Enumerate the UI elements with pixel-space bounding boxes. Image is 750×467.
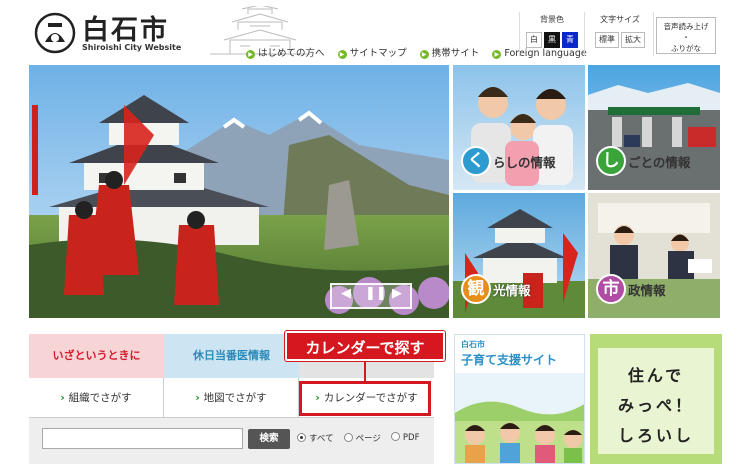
page: 白石市 Shiroishi City Website ▶ はじめての方へ ▶ サイト… xyxy=(0,0,750,467)
search-by-organization-button[interactable]: › 組織でさがす xyxy=(29,378,164,418)
tile-city-info[interactable]: 市 政情報 xyxy=(588,193,720,318)
tile-work-text: ごとの情報 xyxy=(628,154,691,170)
banner-live-line3: しろいし xyxy=(617,426,694,445)
banner-childcare-city: 白石市 xyxy=(461,340,485,349)
banner-live-in-shiroishi[interactable]: 住んで みっぺ！ しろいし xyxy=(590,334,722,464)
calendar-highlight-box xyxy=(299,381,431,416)
banner-live-line2: みっぺ！ xyxy=(617,396,694,415)
bg-white-button[interactable]: 白 xyxy=(526,32,542,48)
radio-off-icon xyxy=(390,432,400,441)
tile-living-info[interactable]: く らしの情報 xyxy=(453,65,585,190)
logo-subtitle: Shiroishi City Website xyxy=(82,43,182,52)
pause-slide-icon[interactable]: ❚❚ xyxy=(365,286,387,301)
chevron-right-icon: ▶ xyxy=(246,50,255,59)
nav-link-foreign-language[interactable]: ▶ Foreign language xyxy=(492,48,587,59)
calendar-callout: カレンダーで探す xyxy=(285,331,445,361)
scope-pdf-radio[interactable]: PDF xyxy=(390,432,419,444)
nav-link-first-visit[interactable]: ▶ はじめての方へ xyxy=(246,45,325,59)
tile-city-text: 政情報 xyxy=(628,282,666,298)
callout-stem xyxy=(364,361,366,381)
voice-furigana-button[interactable]: 音声読み上げ ・ ふりがな xyxy=(656,17,716,54)
living-badge-icon: く xyxy=(461,146,491,176)
chevron-right-icon: ▶ xyxy=(337,50,347,59)
tourism-badge-icon: 観 xyxy=(461,274,491,304)
bg-color-label: 背景色 xyxy=(540,15,564,24)
bg-blue-button[interactable]: 青 xyxy=(562,32,578,48)
banner-live-line1: 住んで xyxy=(627,366,685,385)
bg-color-tool: 背景色 白 黒 青 xyxy=(524,14,580,48)
bg-black-button[interactable]: 黒 xyxy=(544,32,560,48)
chevron-right-icon: › xyxy=(195,392,200,404)
chevron-right-icon: ▶ xyxy=(419,50,429,59)
nav-link-mobile[interactable]: ▶ 携帯サイト xyxy=(419,45,479,59)
search-by-map-button[interactable]: › 地図でさがす xyxy=(164,378,299,418)
divider xyxy=(584,12,585,56)
hero-image xyxy=(29,65,449,318)
chevron-right-icon: › xyxy=(60,392,65,404)
tile-tourism-info[interactable]: 観 光情報 xyxy=(453,193,585,318)
font-normal-button[interactable]: 標準 xyxy=(595,32,619,48)
logo-title: 白石市 xyxy=(82,15,169,46)
chevron-right-icon: ▶ xyxy=(492,50,502,59)
tile-work-label: し ごとの情報 xyxy=(596,146,690,176)
next-slide-icon[interactable]: ▶ xyxy=(392,286,402,301)
scope-all-radio[interactable]: すべて xyxy=(297,432,334,444)
font-size-label: 文字サイズ xyxy=(600,15,640,24)
voice-label: 音声読み上げ xyxy=(663,22,709,31)
scope-page-radio[interactable]: ページ xyxy=(343,432,381,444)
banner-live-inner: 住んで みっぺ！ しろいし xyxy=(598,348,714,454)
site-logo[interactable]: 白石市 Shiroishi City Website xyxy=(34,12,194,56)
search-button[interactable]: 検索 xyxy=(248,429,290,449)
furigana-label: ふりがな xyxy=(671,44,701,53)
radio-on-icon xyxy=(297,433,306,442)
font-size-tool: 文字サイズ 標準 拡大 xyxy=(589,14,651,48)
divider xyxy=(653,12,654,56)
tab-emergency[interactable]: いざというときに xyxy=(29,334,164,378)
tile-living-text: らしの情報 xyxy=(493,154,556,170)
radio-off-icon xyxy=(343,433,353,442)
children-photo-icon xyxy=(455,373,584,463)
banner-childcare-support[interactable]: 白石市 子育て支援サイト xyxy=(454,334,585,464)
tab-holiday-doctor[interactable]: 休日当番医情報 xyxy=(164,334,299,378)
font-large-button[interactable]: 拡大 xyxy=(621,32,645,48)
voice-separator: ・ xyxy=(682,33,690,42)
work-badge-icon: し xyxy=(596,146,626,176)
city-emblem-icon xyxy=(34,12,76,54)
tile-tourism-text: 光情報 xyxy=(493,282,531,298)
prev-slide-icon[interactable]: ◀ xyxy=(341,286,351,301)
divider xyxy=(519,12,520,56)
tile-tourism-label: 観 光情報 xyxy=(461,274,531,304)
tile-living-label: く らしの情報 xyxy=(461,146,556,176)
search-scope-options: すべて ページ PDF xyxy=(297,432,419,444)
site-search-input[interactable] xyxy=(42,428,243,449)
tile-city-label: 市 政情報 xyxy=(596,274,666,304)
city-badge-icon: 市 xyxy=(596,274,626,304)
banner-childcare-title: 子育て支援サイト xyxy=(461,353,558,367)
nav-link-sitemap[interactable]: ▶ サイトマップ xyxy=(337,45,407,59)
tile-work-info[interactable]: し ごとの情報 xyxy=(588,65,720,190)
